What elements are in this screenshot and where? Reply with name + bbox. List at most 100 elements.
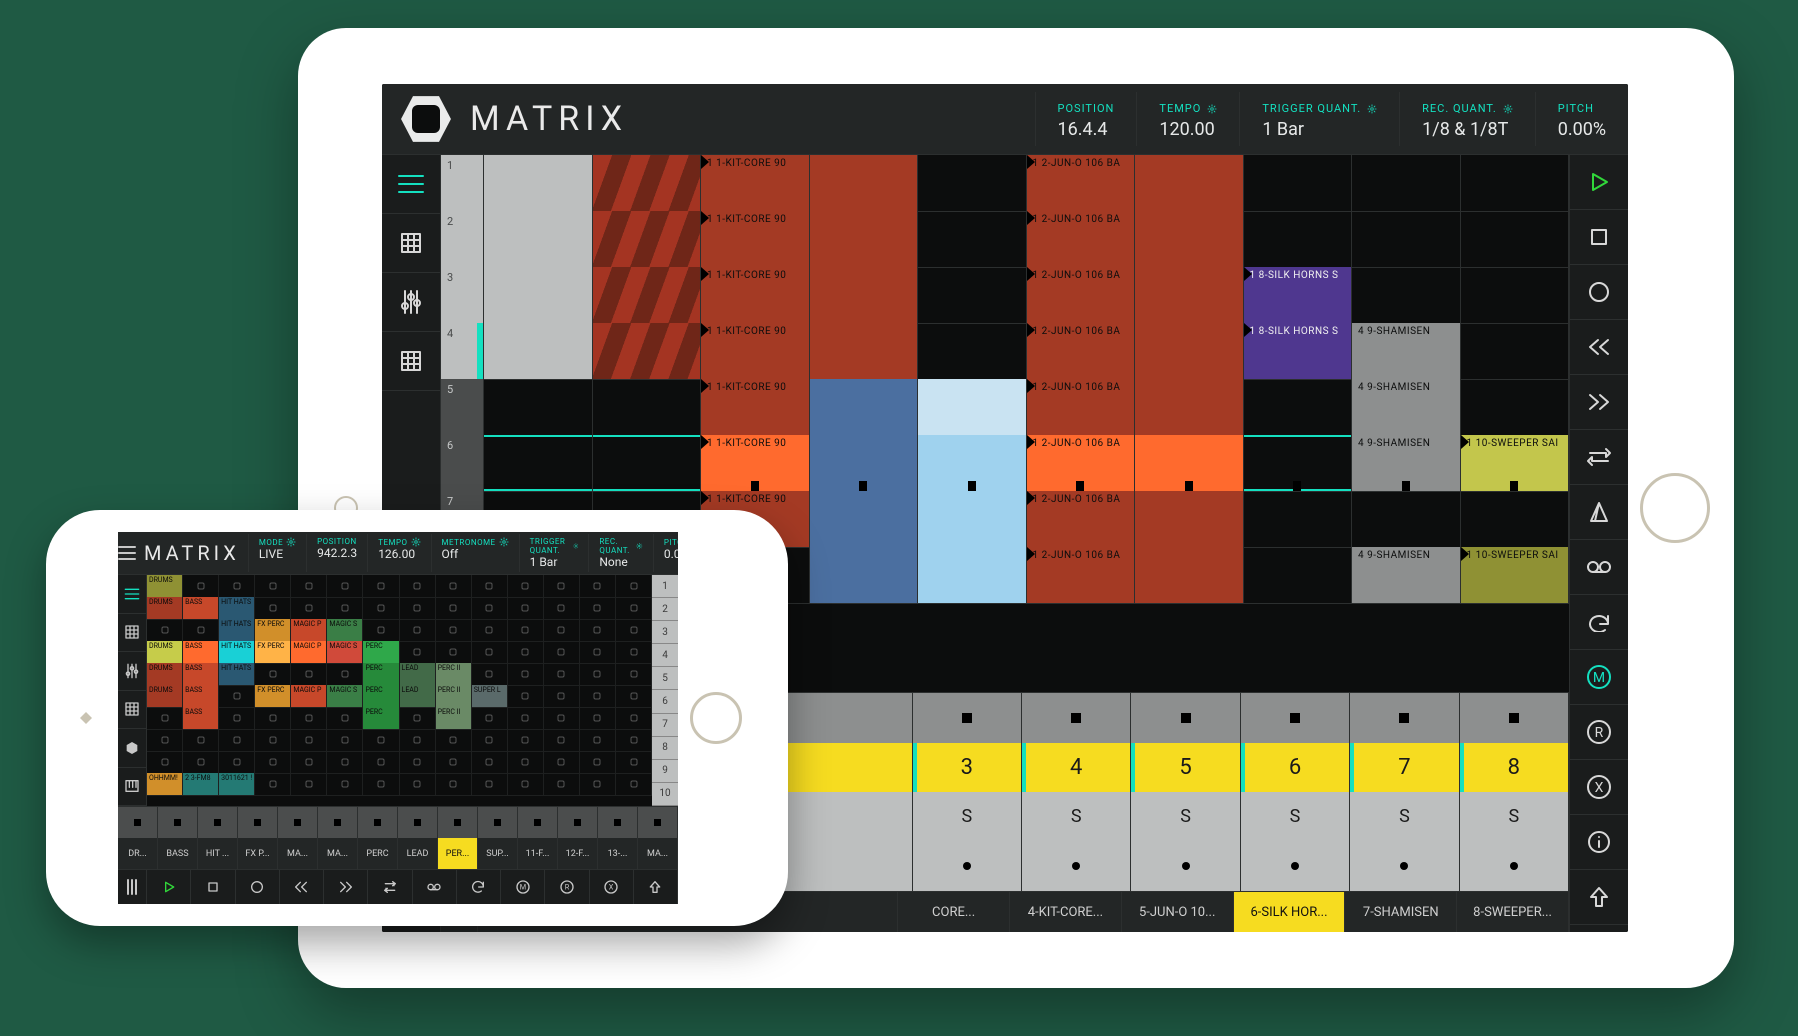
phone-clip-cell[interactable] <box>580 707 616 729</box>
clip-cell[interactable] <box>1135 323 1244 379</box>
phone-track-stop-button[interactable] <box>238 807 278 838</box>
track-number[interactable]: 8 <box>1460 743 1569 793</box>
clip-cell[interactable]: 1 2-JUN-O 106 BA <box>1027 323 1136 379</box>
phone-header-mode[interactable]: MODE LIVE <box>248 534 306 572</box>
clip-cell[interactable] <box>810 267 919 323</box>
track-name[interactable]: 5-JUN-O 10... <box>1122 892 1234 932</box>
view-matrix-icon[interactable] <box>382 155 440 214</box>
phone-view-hex-icon[interactable] <box>118 729 146 768</box>
phone-clip-cell[interactable] <box>436 729 472 751</box>
track-arm-button[interactable] <box>1241 842 1350 892</box>
phone-clip-cell[interactable] <box>147 619 183 641</box>
phone-clip-cell[interactable] <box>580 663 616 685</box>
phone-track-stop-button[interactable] <box>638 807 678 838</box>
phone-clip-cell[interactable] <box>363 619 399 641</box>
phone-clip-cell[interactable] <box>400 729 436 751</box>
phone-clip-cell[interactable] <box>508 707 544 729</box>
phone-clip-cell[interactable] <box>616 773 652 795</box>
clip-cell[interactable] <box>1135 547 1244 603</box>
clip-cell[interactable] <box>1244 435 1353 491</box>
clip-cell[interactable]: 1 2-JUN-O 106 BA <box>1027 155 1136 211</box>
clip-cell[interactable] <box>918 267 1027 323</box>
phone-undo-button[interactable] <box>457 870 501 904</box>
phone-clip-cell[interactable] <box>616 685 652 707</box>
clip-cell[interactable]: 1 10-SWEEPER SAI <box>1461 435 1570 491</box>
phone-clip-cell[interactable] <box>291 773 327 795</box>
phone-clip-cell[interactable]: HIT HATS <box>219 619 255 641</box>
phone-clip-cell[interactable] <box>291 597 327 619</box>
phone-clip-cell[interactable] <box>147 707 183 729</box>
phone-track-name[interactable]: PER... <box>438 838 478 869</box>
track-solo-button[interactable]: S <box>1350 792 1459 842</box>
phone-clip-cell[interactable] <box>255 729 291 751</box>
phone-clip-cell[interactable]: BASS <box>183 641 219 663</box>
phone-clip-cell[interactable] <box>255 597 291 619</box>
clip-cell[interactable] <box>1461 323 1570 379</box>
phone-clip-cell[interactable] <box>219 751 255 773</box>
phone-track-name[interactable]: MA... <box>638 838 678 869</box>
clip-cell[interactable] <box>918 211 1027 267</box>
clip-cell[interactable] <box>1352 211 1461 267</box>
phone-clip-cell[interactable] <box>544 707 580 729</box>
phone-clip-cell[interactable]: HIT HATS <box>219 641 255 663</box>
phone-clip-cell[interactable] <box>363 729 399 751</box>
track-arm-button[interactable] <box>913 842 1022 892</box>
track-arm-button[interactable] <box>1131 842 1240 892</box>
phone-clip-cell[interactable] <box>400 751 436 773</box>
phone-m-button[interactable]: M <box>501 870 545 904</box>
clip-cell[interactable] <box>1244 379 1353 435</box>
phone-clip-cell[interactable] <box>472 773 508 795</box>
phone-clip-cell[interactable] <box>400 707 436 729</box>
phone-clip-cell[interactable] <box>472 751 508 773</box>
clip-cell[interactable] <box>918 491 1027 547</box>
phone-clip-cell[interactable] <box>508 751 544 773</box>
phone-clip-cell[interactable] <box>508 575 544 597</box>
phone-clip-cell[interactable] <box>616 729 652 751</box>
phone-clip-cell[interactable]: DRUMS <box>147 575 183 597</box>
loop-button[interactable] <box>1570 430 1628 485</box>
track-name[interactable]: 7-SHAMISEN <box>1345 892 1457 932</box>
phone-track-name[interactable]: MA... <box>278 838 318 869</box>
phone-clip-cell[interactable] <box>183 729 219 751</box>
clip-cell[interactable] <box>810 491 919 547</box>
phone-clip-cell[interactable]: FX PERC <box>255 685 291 707</box>
phone-clip-cell[interactable] <box>327 663 363 685</box>
phone-track-name[interactable]: DR... <box>118 838 158 869</box>
phone-next-button[interactable] <box>324 870 368 904</box>
header-position[interactable]: POSITION16.4.4 <box>1035 92 1137 146</box>
track-solo-button[interactable]: S <box>913 792 1022 842</box>
phone-clip-cell[interactable] <box>544 773 580 795</box>
phone-scene-number[interactable]: 10 <box>652 783 678 806</box>
clip-cell[interactable]: 1 2-JUN-O 106 BA <box>1027 435 1136 491</box>
clip-cell[interactable] <box>1352 267 1461 323</box>
phone-clip-cell[interactable]: LEAD <box>400 685 436 707</box>
phone-clip-cell[interactable] <box>544 597 580 619</box>
phone-clip-cell[interactable] <box>400 597 436 619</box>
clip-cell[interactable] <box>918 435 1027 491</box>
phone-clip-cell[interactable]: OHHMM! <box>147 773 183 795</box>
track-number[interactable]: 5 <box>1131 743 1240 793</box>
view-mixer-icon[interactable] <box>382 273 440 332</box>
track-solo-button[interactable]: S <box>1022 792 1131 842</box>
phone-clip-cell[interactable] <box>255 773 291 795</box>
phone-track-stop-button[interactable] <box>118 807 158 838</box>
phone-clip-cell[interactable] <box>544 575 580 597</box>
clip-cell[interactable]: 1 2-JUN-O 106 BA <box>1027 267 1136 323</box>
scene-number[interactable]: 2 <box>441 211 484 267</box>
phone-clip-cell[interactable] <box>436 641 472 663</box>
phone-clip-cell[interactable] <box>616 663 652 685</box>
track-solo-button[interactable]: S <box>1131 792 1240 842</box>
clip-cell[interactable] <box>1135 379 1244 435</box>
phone-clip-cell[interactable] <box>219 729 255 751</box>
clip-cell[interactable]: 1 2-JUN-O 106 BA <box>1027 379 1136 435</box>
phone-scene-number[interactable]: 4 <box>652 644 678 667</box>
phone-clip-cell[interactable] <box>472 641 508 663</box>
phone-clip-cell[interactable] <box>363 597 399 619</box>
phone-clip-cell[interactable] <box>327 751 363 773</box>
track-arm-button[interactable] <box>1350 842 1459 892</box>
scene-number[interactable]: 3 <box>441 267 484 323</box>
scene-number[interactable]: 6 <box>441 435 484 491</box>
clip-cell[interactable] <box>918 155 1027 211</box>
phone-clip-cell[interactable] <box>183 619 219 641</box>
phone-clip-cell[interactable] <box>219 707 255 729</box>
